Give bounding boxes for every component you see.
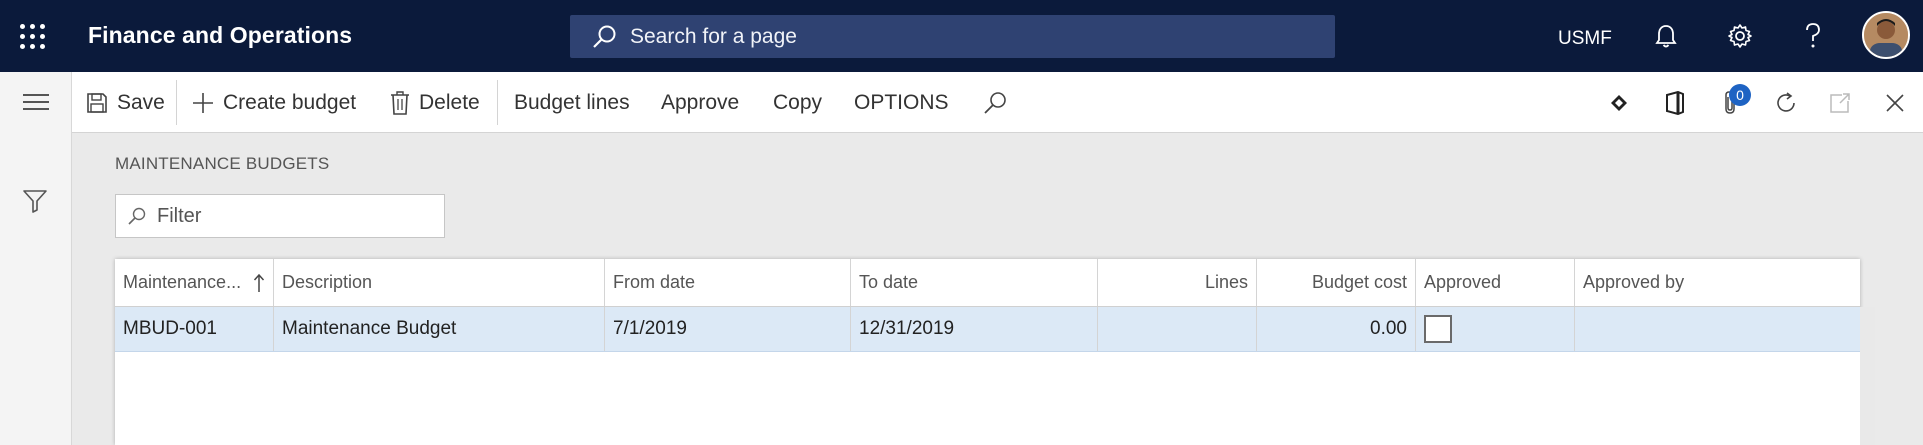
column-header-description[interactable]: Description bbox=[274, 259, 605, 306]
page-title: MAINTENANCE BUDGETS bbox=[115, 154, 330, 173]
power-apps-icon[interactable] bbox=[1602, 86, 1636, 120]
action-separator bbox=[176, 80, 177, 125]
cell-budget-cost[interactable]: 0.00 bbox=[1257, 307, 1416, 351]
action-separator bbox=[497, 80, 498, 125]
navigation-rail bbox=[0, 72, 72, 445]
column-header-budget-cost[interactable]: Budget cost bbox=[1257, 259, 1416, 306]
grid-vertical-scrollbar[interactable] bbox=[1860, 307, 1875, 445]
trash-icon bbox=[391, 90, 409, 115]
cell-budget-id[interactable]: MBUD-001 bbox=[115, 307, 274, 351]
save-label: Save bbox=[117, 90, 165, 114]
app-title[interactable]: Finance and Operations bbox=[88, 22, 352, 49]
delete-button[interactable]: Delete bbox=[390, 72, 480, 133]
table-row[interactable]: MBUD-001 Maintenance Budget 7/1/2019 12/… bbox=[115, 307, 1860, 352]
action-search-icon[interactable] bbox=[978, 86, 1012, 120]
approved-checkbox[interactable] bbox=[1424, 315, 1452, 343]
refresh-icon[interactable] bbox=[1769, 86, 1803, 120]
filter-placeholder: Filter bbox=[157, 204, 202, 227]
filter-pane-icon[interactable] bbox=[22, 188, 48, 219]
search-placeholder: Search for a page bbox=[630, 24, 797, 48]
hamburger-menu-icon[interactable] bbox=[23, 94, 49, 115]
copy-button[interactable]: Copy bbox=[773, 72, 822, 133]
user-avatar[interactable] bbox=[1862, 11, 1910, 59]
column-header-approved-by[interactable]: Approved by bbox=[1575, 259, 1860, 306]
cell-to-date[interactable]: 12/31/2019 bbox=[851, 307, 1098, 351]
column-header-to-date[interactable]: To date bbox=[851, 259, 1098, 306]
plus-icon bbox=[193, 92, 213, 113]
maintenance-budgets-grid: Maintenance... Description From date To … bbox=[115, 259, 1875, 445]
close-icon[interactable] bbox=[1878, 86, 1912, 120]
create-budget-button[interactable]: Create budget bbox=[192, 72, 356, 133]
cell-approved-by[interactable] bbox=[1575, 307, 1860, 351]
column-header-maintenance-budget[interactable]: Maintenance... bbox=[115, 259, 274, 306]
save-button[interactable]: Save bbox=[86, 72, 165, 133]
save-icon bbox=[87, 92, 107, 113]
filter-input[interactable]: Filter bbox=[115, 194, 445, 238]
app-launcher-waffle-icon[interactable] bbox=[20, 24, 46, 50]
column-header-approved[interactable]: Approved bbox=[1416, 259, 1575, 306]
column-header-from-date[interactable]: From date bbox=[605, 259, 851, 306]
search-icon bbox=[593, 25, 616, 48]
delete-label: Delete bbox=[419, 90, 480, 114]
filter-search-icon bbox=[128, 207, 146, 225]
budget-lines-button[interactable]: Budget lines bbox=[514, 72, 630, 133]
company-picker[interactable]: USMF bbox=[1558, 28, 1612, 50]
cell-description[interactable]: Maintenance Budget bbox=[274, 307, 605, 351]
create-budget-label: Create budget bbox=[223, 90, 357, 114]
bell-icon[interactable] bbox=[1650, 20, 1682, 52]
options-tab[interactable]: OPTIONS bbox=[854, 72, 949, 133]
help-icon[interactable] bbox=[1797, 20, 1829, 52]
approve-button[interactable]: Approve bbox=[661, 72, 739, 133]
cell-approved bbox=[1416, 307, 1575, 351]
column-header-label: Maintenance... bbox=[123, 272, 242, 292]
grid-header-row: Maintenance... Description From date To … bbox=[115, 259, 1860, 307]
search-box[interactable]: Search for a page bbox=[570, 15, 1335, 58]
sort-ascending-icon bbox=[253, 273, 265, 292]
cell-from-date[interactable]: 7/1/2019 bbox=[605, 307, 851, 351]
column-header-lines[interactable]: Lines bbox=[1098, 259, 1257, 306]
action-pane: Save Create budget Delete Budget lines A… bbox=[72, 72, 1923, 133]
attachments-count-badge: 0 bbox=[1729, 84, 1751, 106]
open-new-window-icon[interactable] bbox=[1823, 86, 1857, 120]
gear-icon[interactable] bbox=[1724, 20, 1756, 52]
office-icon[interactable] bbox=[1658, 86, 1692, 120]
cell-lines[interactable] bbox=[1098, 307, 1257, 351]
top-nav-bar: Finance and Operations Search for a page… bbox=[0, 0, 1923, 72]
